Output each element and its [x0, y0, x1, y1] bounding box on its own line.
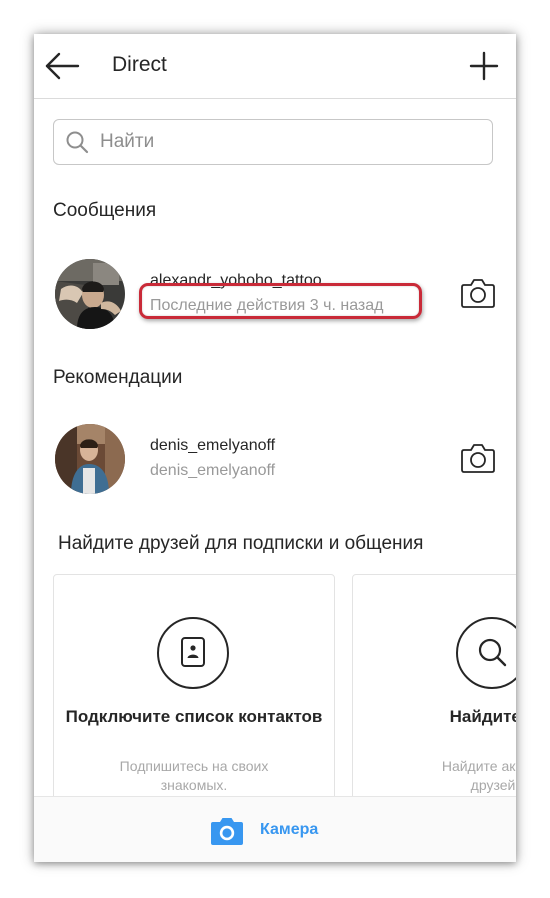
- conversation-row[interactable]: alexandr_yohoho_tattoo Последние действи…: [34, 254, 516, 334]
- avatar-photo: [55, 424, 125, 494]
- avatar[interactable]: [55, 424, 125, 494]
- camera-outline-icon: [461, 444, 495, 473]
- connect-contacts-card[interactable]: Подключите список контактов Подпишитесь …: [53, 574, 335, 834]
- avatar-photo: [55, 259, 125, 329]
- camera-icon: [211, 818, 243, 845]
- recommendation-username: denis_emelyanoff: [150, 437, 276, 454]
- card-title: Найдите д: [449, 707, 516, 726]
- card-description: Найдите аккаун друзей: [353, 757, 516, 795]
- search-input[interactable]: [100, 128, 480, 156]
- find-friends-heading: Найдите друзей для подписки и общения: [58, 533, 424, 554]
- plus-icon: [469, 51, 499, 81]
- camera-label: Камера: [260, 821, 319, 838]
- app-window: Direct Сообщения: [34, 34, 516, 862]
- contact-card-icon: [157, 617, 229, 689]
- card-description-line: Найдите аккаун: [441, 758, 516, 774]
- search-icon: [66, 131, 89, 154]
- recommendations-heading: Рекомендации: [53, 367, 183, 388]
- find-friends-card[interactable]: Найдите д Найдите аккаун друзей: [352, 574, 516, 834]
- camera-button[interactable]: Камера: [34, 796, 516, 862]
- page-title: Direct: [112, 53, 167, 76]
- conversation-status: Последние действия 3 ч. назад: [150, 297, 384, 314]
- conversation-username: alexandr_yohoho_tattoo: [150, 272, 322, 289]
- recommendation-row[interactable]: denis_emelyanoff denis_emelyanoff: [34, 419, 516, 499]
- card-title: Подключите список контактов: [65, 707, 323, 726]
- card-description-line: друзей: [470, 777, 516, 793]
- recommendation-subtitle: denis_emelyanoff: [150, 462, 276, 479]
- camera-reply-button[interactable]: [460, 276, 496, 310]
- arrow-left-icon: [45, 52, 80, 80]
- messages-heading: Сообщения: [53, 200, 157, 221]
- search-box[interactable]: [53, 119, 493, 165]
- search-icon: [456, 617, 516, 689]
- new-message-button[interactable]: [466, 48, 502, 84]
- camera-outline-icon: [461, 279, 495, 308]
- card-description: Подпишитесь на своих знакомых.: [119, 758, 269, 793]
- top-bar: Direct: [34, 34, 516, 99]
- back-button[interactable]: [44, 48, 82, 84]
- avatar[interactable]: [55, 259, 125, 329]
- camera-reply-button[interactable]: [460, 441, 496, 475]
